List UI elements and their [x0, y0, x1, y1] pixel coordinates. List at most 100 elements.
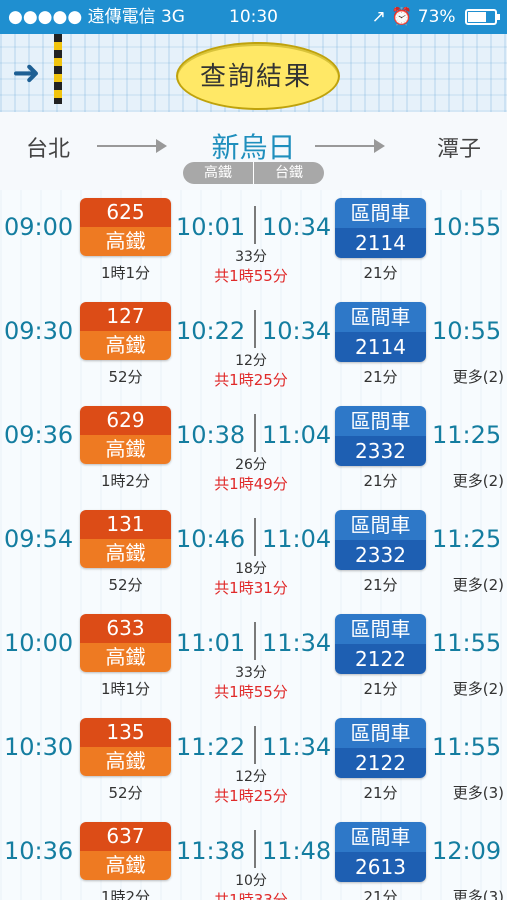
second-leg-duration: 21分 [363, 680, 398, 698]
transfer-departure-time: 11:48 [262, 837, 332, 865]
transfer-arrival-time: 10:01 [176, 213, 246, 241]
second-leg-duration: 21分 [363, 888, 398, 900]
final-arrival-time: 11:55 [432, 629, 502, 657]
final-arrival-time: 11:25 [432, 421, 502, 449]
back-arrow-icon[interactable]: ➜ [12, 56, 46, 90]
second-leg-duration: 21分 [363, 472, 398, 490]
route-arrow-icon [315, 139, 385, 153]
first-leg-duration: 52分 [108, 368, 143, 386]
second-leg-duration: 21分 [363, 576, 398, 594]
time-divider [254, 206, 256, 244]
total-duration: 共1時25分 [214, 787, 288, 805]
local-train-badge: 區間車 2332 [335, 510, 426, 570]
local-train-badge: 區間車 2114 [335, 198, 426, 258]
transfer-arrival-time: 11:38 [176, 837, 246, 865]
local-train-badge: 區間車 2122 [335, 614, 426, 674]
result-row[interactable]: 10:36 637 高鐵 11:38 11:48 區間車 2613 12:09 1時… [0, 814, 507, 900]
result-row[interactable]: 09:00 625 高鐵 10:01 10:34 區間車 2114 10:55 1時… [0, 190, 507, 296]
result-row[interactable]: 10:30 135 高鐵 11:22 11:34 區間車 2122 11:55 52… [0, 710, 507, 816]
status-right: ↗ ⏰ 73% [371, 0, 500, 34]
first-leg-duration: 1時1分 [100, 680, 151, 698]
hsr-train-badge: 637 高鐵 [80, 822, 171, 880]
departure-time: 10:00 [4, 629, 74, 657]
first-leg-duration: 52分 [108, 784, 143, 802]
transfer-arrival-time: 10:46 [176, 525, 246, 553]
total-duration: 共1時49分 [214, 475, 288, 493]
total-duration: 共1時55分 [214, 267, 288, 285]
result-row[interactable]: 09:36 629 高鐵 10:38 11:04 區間車 2332 11:25 1時… [0, 398, 507, 504]
hsr-train-badge: 629 高鐵 [80, 406, 171, 464]
mode-segment: 高鐵 台鐵 [183, 162, 324, 184]
total-duration: 共1時55分 [214, 683, 288, 701]
transfer-wait: 12分 [235, 353, 267, 369]
transfer-arrival-time: 10:38 [176, 421, 246, 449]
second-leg-duration: 21分 [363, 264, 398, 282]
hsr-train-badge: 135 高鐵 [80, 718, 171, 776]
departure-time: 09:36 [4, 421, 74, 449]
more-options-button[interactable]: 更多(3) [453, 886, 504, 900]
time-divider [254, 622, 256, 660]
transfer-wait: 33分 [235, 665, 267, 681]
departure-time: 09:00 [4, 213, 74, 241]
final-arrival-time: 11:25 [432, 525, 502, 553]
transfer-departure-time: 11:34 [262, 733, 332, 761]
transfer-arrival-time: 11:01 [176, 629, 246, 657]
result-row[interactable]: 09:54 131 高鐵 10:46 11:04 區間車 2332 11:25 52… [0, 502, 507, 608]
more-options-button[interactable]: 更多(2) [453, 574, 504, 595]
time-divider [254, 310, 256, 348]
final-arrival-time: 10:55 [432, 317, 502, 345]
departure-time: 09:30 [4, 317, 74, 345]
destination-station: 潭子 [436, 137, 481, 162]
app-header: ➜ 查詢結果 [0, 34, 507, 113]
more-options-button[interactable]: 更多(2) [453, 678, 504, 699]
transfer-departure-time: 11:04 [262, 421, 332, 449]
result-list: 09:00 625 高鐵 10:01 10:34 區間車 2114 10:55 1時… [0, 190, 507, 900]
battery-icon [465, 9, 500, 25]
transfer-wait: 10分 [235, 873, 267, 889]
mode-hsr: 高鐵 [183, 162, 254, 184]
page-title: 查詢結果 [199, 62, 312, 92]
first-leg-duration: 52分 [108, 576, 143, 594]
final-arrival-time: 10:55 [432, 213, 502, 241]
time-divider [254, 830, 256, 868]
local-train-badge: 區間車 2122 [335, 718, 426, 778]
total-duration: 共1時33分 [214, 891, 288, 900]
more-options-button[interactable]: 更多(2) [453, 366, 504, 387]
first-leg-duration: 1時2分 [100, 888, 151, 900]
time-divider [254, 414, 256, 452]
hsr-train-badge: 633 高鐵 [80, 614, 171, 672]
transfer-wait: 33分 [235, 249, 267, 265]
departure-time: 10:30 [4, 733, 74, 761]
local-train-badge: 區間車 2114 [335, 302, 426, 362]
transfer-departure-time: 10:34 [262, 317, 332, 345]
total-duration: 共1時31分 [214, 579, 288, 597]
hsr-train-badge: 625 高鐵 [80, 198, 171, 256]
final-arrival-time: 12:09 [432, 837, 502, 865]
transfer-departure-time: 11:04 [262, 525, 332, 553]
time-divider [254, 518, 256, 556]
time-divider [254, 726, 256, 764]
transfer-departure-time: 11:34 [262, 629, 332, 657]
more-options-button[interactable]: 更多(3) [453, 782, 504, 803]
mode-tra: 台鐵 [275, 165, 303, 181]
departure-time: 10:36 [4, 837, 74, 865]
transfer-arrival-time: 10:22 [176, 317, 246, 345]
transfer-station: 新烏日 [211, 131, 296, 164]
battery-percent: 73% [417, 7, 456, 27]
route-summary: 台北 新烏日 潭子 高鐵 台鐵 [0, 112, 507, 192]
more-options-button[interactable]: 更多(2) [453, 470, 504, 491]
local-train-badge: 區間車 2332 [335, 406, 426, 466]
first-leg-duration: 1時2分 [100, 472, 151, 490]
transfer-wait: 18分 [235, 561, 267, 577]
result-row[interactable]: 10:00 633 高鐵 11:01 11:34 區間車 2122 11:55 1時… [0, 606, 507, 712]
transfer-wait: 12分 [235, 769, 267, 785]
hsr-train-badge: 127 高鐵 [80, 302, 171, 360]
first-leg-duration: 1時1分 [100, 264, 151, 282]
result-row[interactable]: 09:30 127 高鐵 10:22 10:34 區間車 2114 10:55 52… [0, 294, 507, 400]
transfer-wait: 26分 [235, 457, 267, 473]
local-train-badge: 區間車 2613 [335, 822, 426, 882]
status-bar: ●●●●● 遠傳電信 3G 10:30 ↗ ⏰ 73% [0, 0, 507, 34]
status-icons: ↗ ⏰ [371, 7, 413, 27]
hsr-train-badge: 131 高鐵 [80, 510, 171, 568]
final-arrival-time: 11:55 [432, 733, 502, 761]
